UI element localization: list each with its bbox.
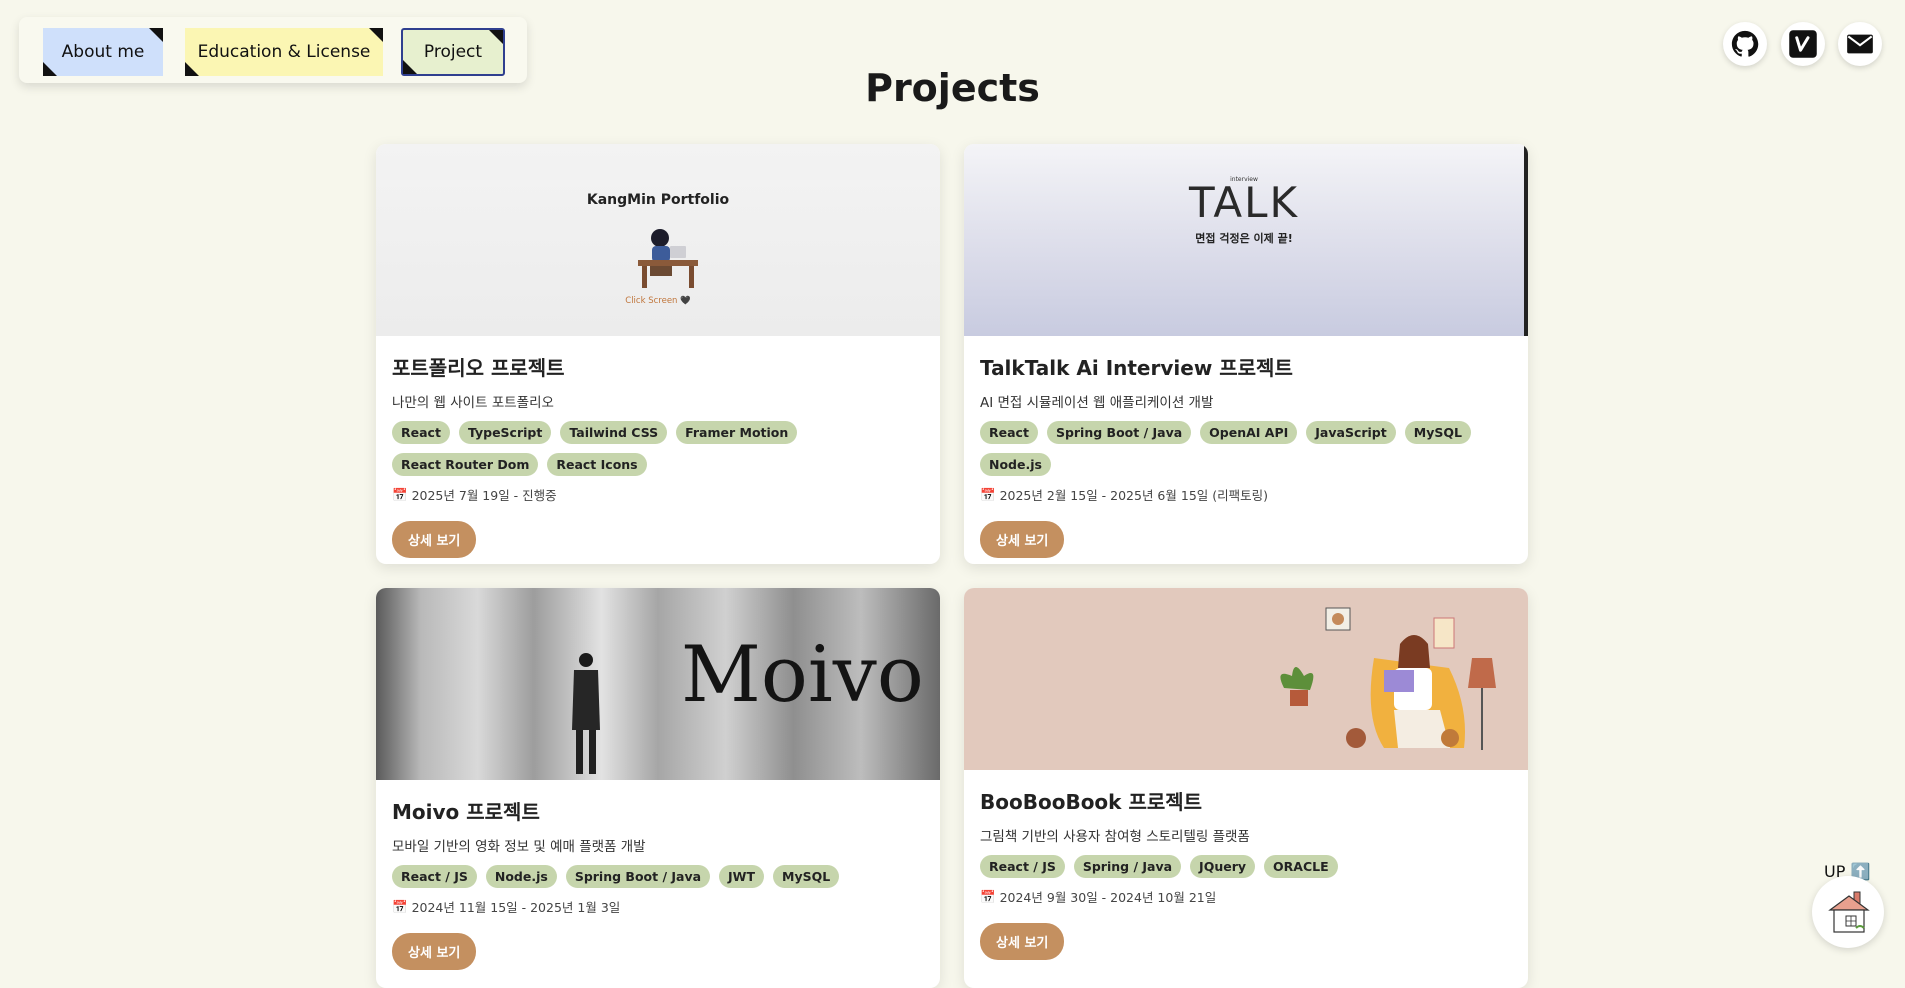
tab-corner [369, 28, 383, 42]
tab-label: Education & License [197, 42, 371, 62]
mail-icon [1847, 34, 1873, 54]
tech-tag: Framer Motion [676, 421, 798, 444]
tech-tag: Spring Boot / Java [1046, 421, 1192, 444]
project-card: BooBooBook 프로젝트 그림책 기반의 사용자 참여형 스토리텔링 플랫… [964, 588, 1528, 988]
project-thumbnail[interactable] [964, 588, 1528, 770]
desk-illustration-icon [638, 229, 698, 288]
velog-icon [1789, 30, 1817, 58]
tab-label: About me [61, 42, 145, 62]
velog-link[interactable] [1781, 22, 1825, 66]
tech-tag: React Router Dom [392, 453, 539, 476]
date-text: 2024년 9월 30일 - 2024년 10월 21일 [999, 890, 1217, 905]
project-thumbnail[interactable]: Moivo [376, 588, 940, 780]
thumbnail-caption: 면접 걱정은 이제 끝! [1195, 232, 1293, 245]
tab-label: Project [423, 42, 483, 62]
date-text: 2025년 7월 19일 - 진행중 [411, 488, 557, 503]
scroll-up-button[interactable] [1812, 876, 1884, 948]
github-link[interactable] [1723, 22, 1767, 66]
calendar-icon: 📅 [980, 486, 996, 502]
project-card: KangMin Portfolio Click Screen 🖤 포트폴리오 프… [376, 144, 940, 564]
detail-button[interactable]: 상세 보기 [392, 521, 477, 558]
project-date: 📅 2025년 7월 19일 - 진행중 [392, 485, 924, 504]
card-title: 포트폴리오 프로젝트 [392, 356, 565, 380]
card-title: BooBooBook 프로젝트 [980, 790, 1203, 814]
tech-tag: React [980, 421, 1038, 444]
thumbnail-title: KangMin Portfolio [586, 192, 730, 208]
project-thumbnail[interactable]: interview TALK 면접 걱정은 이제 끝! [964, 144, 1528, 336]
detail-button[interactable]: 상세 보기 [392, 933, 477, 970]
tag-list: React TypeScript Tailwind CSS Framer Mot… [392, 421, 924, 476]
detail-button[interactable]: 상세 보기 [980, 521, 1065, 558]
tag-list: React / JS Node.js Spring Boot / Java JW… [392, 865, 924, 888]
reading-girl-illustration-icon [1280, 607, 1496, 750]
thumbnail-caption: Click Screen 🖤 [625, 296, 691, 306]
calendar-icon: 📅 [392, 898, 408, 914]
card-description: AI 면접 시뮬레이션 웹 애플리케이션 개발 [980, 395, 1214, 411]
card-title: Moivo 프로젝트 [392, 800, 540, 824]
tech-tag: OpenAI API [1200, 421, 1298, 444]
tech-tag: MySQL [773, 865, 840, 888]
tab-corner [149, 28, 163, 42]
thumbnail-title: Moivo [681, 630, 924, 720]
tech-tag: JWT [719, 865, 764, 888]
card-description: 나만의 웹 사이트 포트폴리오 [392, 395, 554, 411]
person-figure-icon [572, 653, 600, 774]
tech-tag: React [392, 421, 450, 444]
tech-tag: ORACLE [1264, 855, 1338, 878]
detail-button[interactable]: 상세 보기 [980, 923, 1065, 960]
tab-corner [489, 30, 503, 44]
tech-tag: MySQL [1404, 421, 1471, 444]
tech-tag: JQuery [1190, 855, 1256, 878]
card-title: TalkTalk Ai Interview 프로젝트 [980, 356, 1293, 380]
tag-list: React Spring Boot / Java OpenAI API Java… [980, 421, 1512, 476]
tech-tag: Node.js [485, 865, 557, 888]
tech-tag: React Icons [547, 453, 647, 476]
mail-link[interactable] [1838, 22, 1882, 66]
card-description: 모바일 기반의 영화 정보 및 예매 플랫폼 개발 [392, 839, 646, 855]
project-date: 📅 2024년 9월 30일 - 2024년 10월 21일 [980, 887, 1512, 906]
page-title: Projects [865, 66, 1040, 110]
tech-tag: Spring / Java [1073, 855, 1182, 878]
project-card: interview TALK 면접 걱정은 이제 끝! TalkTalk Ai … [964, 144, 1528, 564]
tech-tag: Tailwind CSS [560, 421, 668, 444]
card-description: 그림책 기반의 사용자 참여형 스토리텔링 플랫폼 [980, 829, 1250, 845]
calendar-icon: 📅 [392, 486, 408, 502]
thumbnail-title: TALK [1188, 178, 1300, 227]
date-text: 2024년 11월 15일 - 2025년 1월 3일 [411, 900, 621, 915]
project-date: 📅 2024년 11월 15일 - 2025년 1월 3일 [392, 897, 924, 916]
project-thumbnail[interactable]: KangMin Portfolio Click Screen 🖤 [376, 144, 940, 336]
tech-tag: React / JS [392, 865, 477, 888]
project-date: 📅 2025년 2월 15일 - 2025년 6월 15일 (리팩토링) [980, 485, 1512, 504]
tech-tag: JavaScript [1306, 421, 1396, 444]
tech-tag: Spring Boot / Java [565, 865, 711, 888]
date-text: 2025년 2월 15일 - 2025년 6월 15일 (리팩토링) [999, 488, 1268, 503]
house-icon [1828, 891, 1870, 933]
calendar-icon: 📅 [980, 888, 996, 904]
tech-tag: Node.js [980, 453, 1051, 476]
tech-tag: TypeScript [458, 421, 552, 444]
github-icon [1731, 30, 1759, 57]
tech-tag: React / JS [980, 855, 1065, 878]
tag-list: React / JS Spring / Java JQuery ORACLE [980, 855, 1512, 878]
project-card: Moivo Moivo 프로젝트 모바일 기반의 영화 정보 및 예매 플랫폼 … [376, 588, 940, 988]
